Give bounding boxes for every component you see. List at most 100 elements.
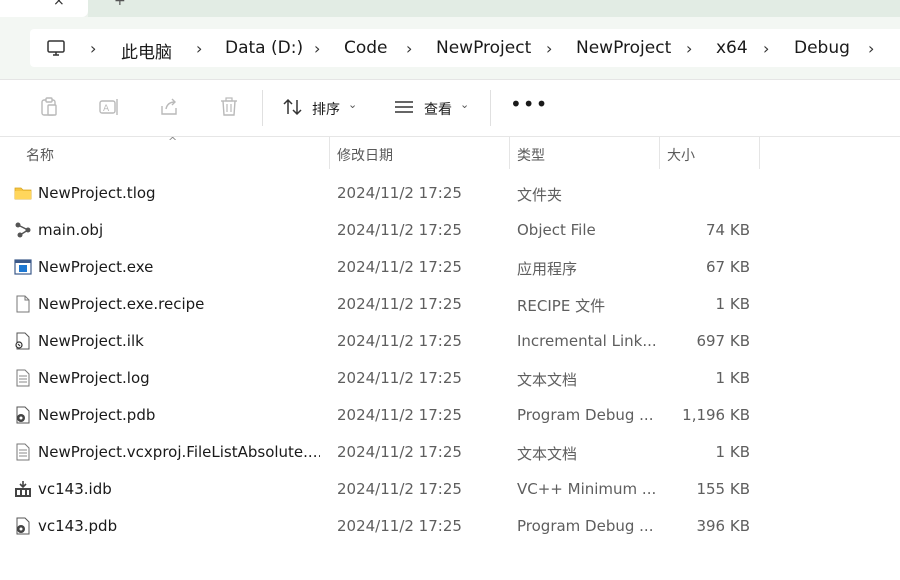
column-header-name[interactable]: 名称 [26,145,54,165]
tab-strip: × + [0,0,900,17]
chevron-down-icon[interactable]: ⌄ [460,98,469,111]
file-modified: 2024/11/2 17:25 [337,295,462,313]
file-modified: 2024/11/2 17:25 [337,184,462,202]
chevron-right-icon[interactable]: › [546,39,552,58]
breadcrumb-item[interactable]: NewProject [436,38,531,58]
breadcrumb-item[interactable]: 此电脑 [121,38,172,63]
sort-icon[interactable] [282,96,304,118]
svg-text:A: A [103,104,110,114]
paste-icon[interactable] [38,96,60,118]
file-row[interactable]: NewProject.vcxproj.FileListAbsolute.... … [0,434,900,471]
file-size: 1 KB [715,295,750,313]
file-type: Object File [517,221,596,239]
share-icon[interactable] [158,96,180,118]
debug-database-icon [16,406,30,424]
breadcrumb-item[interactable]: Debug [794,38,850,58]
file-name: NewProject.ilk [38,332,144,350]
rename-icon[interactable]: A [98,96,120,118]
sort-ascending-icon: ^ [168,135,178,148]
file-type: 文本文档 [517,371,578,389]
object-file-icon [15,222,31,238]
file-name: NewProject.log [38,369,150,387]
file-row[interactable]: NewProject.exe 2024/11/2 17:25 应用程序 67 K… [0,249,900,286]
chevron-right-icon[interactable]: › [90,39,96,58]
file-modified: 2024/11/2 17:25 [337,258,462,276]
breadcrumb-item[interactable]: NewProject [576,38,671,58]
chevron-down-icon[interactable]: ⌄ [348,98,357,111]
file-type: Program Debug ... [517,517,654,535]
chevron-right-icon[interactable]: › [314,39,320,58]
blank-file-icon [16,295,30,313]
command-bar: A 排序 ⌄ 查看 ⌄ ••• [0,80,900,137]
file-modified: 2024/11/2 17:25 [337,517,462,535]
more-options-button[interactable]: ••• [510,92,548,116]
file-name: NewProject.exe.recipe [38,295,205,313]
this-pc-icon[interactable] [46,38,66,58]
file-modified: 2024/11/2 17:25 [337,443,462,461]
file-size: 74 KB [706,221,750,239]
file-row[interactable]: NewProject.tlog 2024/11/2 17:25 文件夹 [0,175,900,212]
file-row[interactable]: vc143.idb 2024/11/2 17:25 VC++ Minimum .… [0,471,900,508]
file-size: 396 KB [696,517,750,535]
column-divider[interactable] [759,137,760,169]
file-type: 文件夹 [517,186,563,204]
file-modified: 2024/11/2 17:25 [337,480,462,498]
toolbar-divider [262,90,263,126]
file-type: 文本文档 [517,445,578,463]
breadcrumb-item[interactable]: Code [344,38,388,58]
chevron-right-icon[interactable]: › [196,39,202,58]
application-icon [14,259,32,275]
folder-icon [14,187,32,200]
file-row[interactable]: NewProject.log 2024/11/2 17:25 文本文档 1 KB [0,360,900,397]
file-row[interactable]: NewProject.ilk 2024/11/2 17:25 Increment… [0,323,900,360]
file-name: vc143.pdb [38,517,118,535]
file-modified: 2024/11/2 17:25 [337,332,462,350]
file-modified: 2024/11/2 17:25 [337,369,462,387]
file-size: 697 KB [696,332,750,350]
column-divider[interactable] [329,137,330,169]
file-name: NewProject.vcxproj.FileListAbsolute.... [38,443,320,461]
file-size: 1 KB [715,443,750,461]
breadcrumb-item[interactable]: Data (D:) [225,38,303,58]
file-size: 1 KB [715,369,750,387]
file-type: VC++ Minimum ... [517,480,657,498]
file-modified: 2024/11/2 17:25 [337,406,462,424]
file-size: 155 KB [696,480,750,498]
file-row[interactable]: NewProject.exe.recipe 2024/11/2 17:25 RE… [0,286,900,323]
file-row[interactable]: NewProject.pdb 2024/11/2 17:25 Program D… [0,397,900,434]
tab-current[interactable]: × [0,0,88,17]
chevron-right-icon[interactable]: › [686,39,692,58]
file-name: main.obj [38,221,104,239]
file-name: NewProject.pdb [38,406,156,424]
view-icon[interactable] [393,96,415,118]
file-type: 应用程序 [517,260,578,278]
breadcrumb-item[interactable]: x64 [716,38,748,58]
sort-button[interactable]: 排序 [312,99,340,119]
file-name: NewProject.exe [38,258,154,276]
view-button[interactable]: 查看 [424,99,452,119]
link-file-icon [15,332,30,350]
column-header-size[interactable]: 大小 [667,145,695,165]
address-bar[interactable]: › 此电脑 › Data (D:) › Code › NewProject › … [30,29,900,67]
column-header-modified[interactable]: 修改日期 [337,145,393,165]
tab-strip-empty: + [88,0,900,17]
column-divider[interactable] [659,137,660,169]
file-type: Incremental Link... [517,332,657,350]
column-header-type[interactable]: 类型 [517,145,545,165]
delete-icon[interactable] [218,96,240,118]
navigation-bar: › 此电脑 › Data (D:) › Code › NewProject › … [0,17,900,80]
column-divider[interactable] [509,137,510,169]
file-type: RECIPE 文件 [517,297,606,315]
file-modified: 2024/11/2 17:25 [337,221,462,239]
close-tab-icon[interactable]: × [53,0,65,8]
file-size: 1,196 KB [682,406,750,424]
chevron-right-icon[interactable]: › [763,39,769,58]
file-type: Program Debug ... [517,406,654,424]
new-tab-icon[interactable]: + [114,0,126,8]
chevron-right-icon[interactable]: › [868,39,874,58]
column-header-row: ^ 名称 修改日期 类型 大小 [0,135,900,169]
idb-file-icon [15,481,31,497]
file-row[interactable]: main.obj 2024/11/2 17:25 Object File 74 … [0,212,900,249]
chevron-right-icon[interactable]: › [406,39,412,58]
file-row[interactable]: vc143.pdb 2024/11/2 17:25 Program Debug … [0,508,900,545]
